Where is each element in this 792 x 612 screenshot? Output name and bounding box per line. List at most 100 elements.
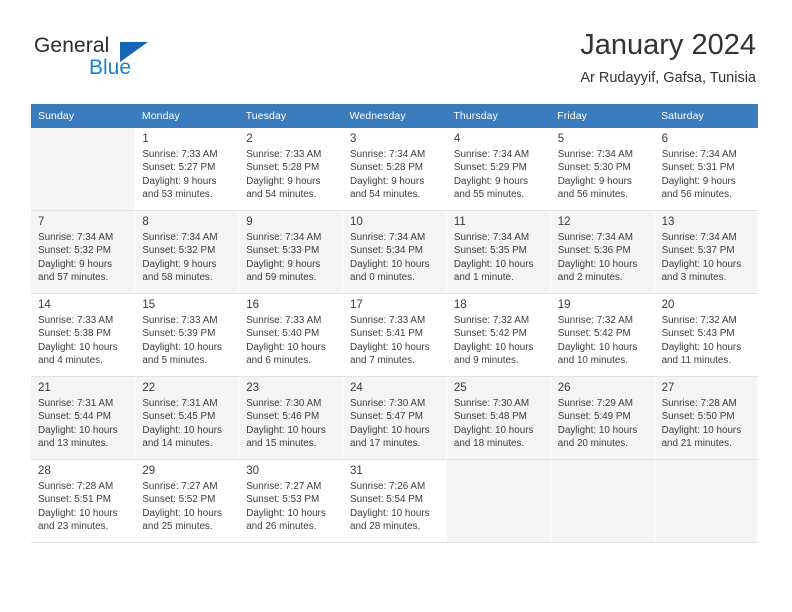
day-cell-content: 3 Sunrise: 7:34 AM Sunset: 5:28 PM Daylight… — [343, 128, 446, 210]
day-sunset: Sunset: 5:38 PM — [38, 328, 112, 340]
calendar-day-cell[interactable]: 20 Sunrise: 7:32 AM Sunset: 5:43 PM Dayligh… — [654, 293, 759, 377]
day-daylight-line2: and 14 minutes. — [142, 437, 213, 449]
day-sunrise: Sunrise: 7:34 AM — [350, 149, 426, 160]
calendar-day-cell[interactable]: 25 Sunrise: 7:30 AM Sunset: 5:48 PM Dayligh… — [446, 376, 551, 460]
calendar-day-cell[interactable]: 17 Sunrise: 7:33 AM Sunset: 5:41 PM Dayligh… — [342, 293, 447, 377]
day-number: 16 — [246, 299, 259, 311]
calendar-day-cell[interactable]: 1 Sunrise: 7:33 AM Sunset: 5:27 PM Daylight… — [134, 128, 240, 211]
calendar-empty-cell — [31, 128, 136, 211]
day-number: 5 — [557, 133, 565, 145]
calendar-day-cell[interactable]: 13 Sunrise: 7:34 AM Sunset: 5:37 PM Dayligh… — [654, 210, 759, 294]
day-cell-content: 10 Sunrise: 7:34 AM Sunset: 5:34 PM Dayligh… — [343, 211, 446, 293]
day-daylight-line1: Daylight: 9 hours — [350, 175, 425, 187]
logo-text-blue: Blue — [89, 56, 132, 79]
day-cell-content: 2 Sunrise: 7:33 AM Sunset: 5:28 PM Daylight… — [239, 128, 342, 210]
day-daylight-line1: Daylight: 9 hours — [661, 175, 736, 187]
day-daylight-line2: and 23 minutes. — [38, 520, 109, 532]
calendar-day-cell[interactable]: 2 Sunrise: 7:33 AM Sunset: 5:28 PM Daylight… — [238, 128, 344, 211]
day-daylight-line2: and 59 minutes. — [246, 271, 317, 283]
calendar-day-cell[interactable]: 19 Sunrise: 7:32 AM Sunset: 5:42 PM Dayligh… — [550, 293, 655, 377]
day-daylight-line1: Daylight: 10 hours — [661, 424, 742, 436]
day-sunrise: Sunrise: 7:32 AM — [661, 315, 737, 326]
calendar-day-cell[interactable]: 26 Sunrise: 7:29 AM Sunset: 5:49 PM Dayligh… — [550, 376, 655, 460]
day-daylight-line2: and 2 minutes. — [557, 271, 623, 283]
day-cell-content: 4 Sunrise: 7:34 AM Sunset: 5:29 PM Daylight… — [447, 128, 550, 210]
calendar-day-cell[interactable]: 24 Sunrise: 7:30 AM Sunset: 5:47 PM Dayligh… — [342, 376, 447, 460]
calendar-day-cell[interactable]: 15 Sunrise: 7:33 AM Sunset: 5:39 PM Dayligh… — [134, 293, 240, 377]
calendar-week-row: 28 Sunrise: 7:28 AM Sunset: 5:51 PM Dayligh… — [31, 459, 759, 543]
general-blue-logo[interactable]: General Blue — [34, 34, 174, 86]
calendar-day-cell[interactable]: 18 Sunrise: 7:32 AM Sunset: 5:42 PM Dayligh… — [446, 293, 551, 377]
day-sunrise: Sunrise: 7:33 AM — [142, 149, 218, 160]
day-sunrise: Sunrise: 7:34 AM — [661, 232, 737, 243]
day-daylight-line1: Daylight: 10 hours — [142, 507, 222, 519]
day-daylight-line1: Daylight: 10 hours — [246, 341, 326, 353]
day-daylight-line2: and 26 minutes. — [246, 520, 317, 532]
day-daylight-line1: Daylight: 10 hours — [246, 507, 326, 519]
day-sunset: Sunset: 5:42 PM — [453, 328, 527, 340]
calendar-day-cell[interactable]: 23 Sunrise: 7:30 AM Sunset: 5:46 PM Dayligh… — [238, 376, 344, 460]
day-sunset: Sunset: 5:32 PM — [142, 245, 216, 257]
day-number: 23 — [246, 382, 259, 394]
day-sunset: Sunset: 5:48 PM — [453, 411, 527, 423]
day-sunset: Sunset: 5:52 PM — [142, 494, 216, 506]
calendar-day-cell[interactable]: 3 Sunrise: 7:34 AM Sunset: 5:28 PM Daylight… — [342, 128, 447, 211]
calendar-day-cell[interactable]: 16 Sunrise: 7:33 AM Sunset: 5:40 PM Dayligh… — [238, 293, 344, 377]
day-daylight-line2: and 55 minutes. — [453, 188, 525, 200]
day-number: 20 — [661, 299, 675, 311]
calendar-day-cell[interactable]: 30 Sunrise: 7:27 AM Sunset: 5:53 PM Dayligh… — [238, 459, 344, 543]
calendar-day-cell[interactable]: 21 Sunrise: 7:31 AM Sunset: 5:44 PM Dayligh… — [31, 376, 136, 460]
day-sunset: Sunset: 5:31 PM — [661, 162, 735, 174]
calendar-day-cell[interactable]: 31 Sunrise: 7:26 AM Sunset: 5:54 PM Dayligh… — [342, 459, 447, 543]
day-cell-content — [655, 460, 758, 542]
calendar-day-cell[interactable]: 14 Sunrise: 7:33 AM Sunset: 5:38 PM Dayligh… — [31, 293, 136, 377]
day-number: 21 — [38, 382, 51, 394]
day-cell-content — [551, 460, 654, 542]
day-sunrise: Sunrise: 7:26 AM — [350, 481, 426, 492]
calendar-day-cell[interactable]: 12 Sunrise: 7:34 AM Sunset: 5:36 PM Dayligh… — [550, 210, 655, 294]
calendar-day-cell[interactable]: 27 Sunrise: 7:28 AM Sunset: 5:50 PM Dayligh… — [654, 376, 759, 460]
day-sunset: Sunset: 5:50 PM — [661, 411, 735, 423]
day-number: 6 — [661, 133, 668, 145]
day-cell-content: 29 Sunrise: 7:27 AM Sunset: 5:52 PM Dayligh… — [135, 460, 238, 542]
day-sunrise: Sunrise: 7:31 AM — [142, 398, 218, 409]
day-number: 30 — [246, 465, 259, 477]
day-number: 10 — [350, 216, 363, 228]
day-sunrise: Sunrise: 7:33 AM — [350, 315, 426, 326]
calendar-day-cell[interactable]: 4 Sunrise: 7:34 AM Sunset: 5:29 PM Daylight… — [446, 128, 551, 211]
calendar-day-cell[interactable]: 9 Sunrise: 7:34 AM Sunset: 5:33 PM Daylight… — [238, 210, 344, 294]
day-daylight-line1: Daylight: 10 hours — [557, 341, 638, 353]
weekday-header-monday: Monday — [134, 104, 239, 128]
calendar-day-cell[interactable]: 6 Sunrise: 7:34 AM Sunset: 5:31 PM Daylight… — [654, 128, 759, 211]
day-cell-content: 16 Sunrise: 7:33 AM Sunset: 5:40 PM Dayligh… — [239, 294, 342, 376]
calendar-day-cell[interactable]: 10 Sunrise: 7:34 AM Sunset: 5:34 PM Dayligh… — [342, 210, 447, 294]
day-daylight-line1: Daylight: 9 hours — [142, 175, 217, 187]
day-daylight-line2: and 57 minutes. — [38, 271, 109, 283]
calendar-day-cell[interactable]: 11 Sunrise: 7:34 AM Sunset: 5:35 PM Dayligh… — [446, 210, 551, 294]
day-daylight-line1: Daylight: 9 hours — [142, 258, 217, 270]
calendar-day-cell[interactable]: 22 Sunrise: 7:31 AM Sunset: 5:45 PM Dayligh… — [134, 376, 240, 460]
calendar-day-cell[interactable]: 7 Sunrise: 7:34 AM Sunset: 5:32 PM Daylight… — [31, 210, 136, 294]
day-sunset: Sunset: 5:44 PM — [38, 411, 112, 423]
day-number: 9 — [246, 216, 253, 228]
day-cell-content: 15 Sunrise: 7:33 AM Sunset: 5:39 PM Dayligh… — [135, 294, 238, 376]
calendar-empty-cell — [550, 459, 655, 543]
day-daylight-line2: and 13 minutes. — [38, 437, 109, 449]
day-sunset: Sunset: 5:47 PM — [350, 411, 424, 423]
calendar-day-cell[interactable]: 8 Sunrise: 7:34 AM Sunset: 5:32 PM Daylight… — [134, 210, 240, 294]
day-sunset: Sunset: 5:28 PM — [350, 162, 424, 174]
day-number: 7 — [38, 216, 45, 228]
day-daylight-line1: Daylight: 10 hours — [350, 341, 430, 353]
day-number: 17 — [350, 299, 363, 311]
calendar-day-cell[interactable]: 28 Sunrise: 7:28 AM Sunset: 5:51 PM Dayligh… — [31, 459, 136, 543]
calendar-day-cell[interactable]: 29 Sunrise: 7:27 AM Sunset: 5:52 PM Dayligh… — [134, 459, 240, 543]
day-daylight-line1: Daylight: 10 hours — [38, 507, 118, 519]
day-number — [454, 464, 545, 478]
day-sunset: Sunset: 5:27 PM — [142, 162, 216, 174]
day-daylight-line2: and 53 minutes. — [142, 188, 213, 200]
day-daylight-line2: and 56 minutes. — [557, 188, 628, 200]
day-daylight-line1: Daylight: 10 hours — [453, 424, 534, 436]
day-number: 27 — [661, 382, 675, 394]
calendar-day-cell[interactable]: 5 Sunrise: 7:34 AM Sunset: 5:30 PM Daylight… — [550, 128, 655, 211]
day-daylight-line1: Daylight: 10 hours — [350, 258, 430, 270]
